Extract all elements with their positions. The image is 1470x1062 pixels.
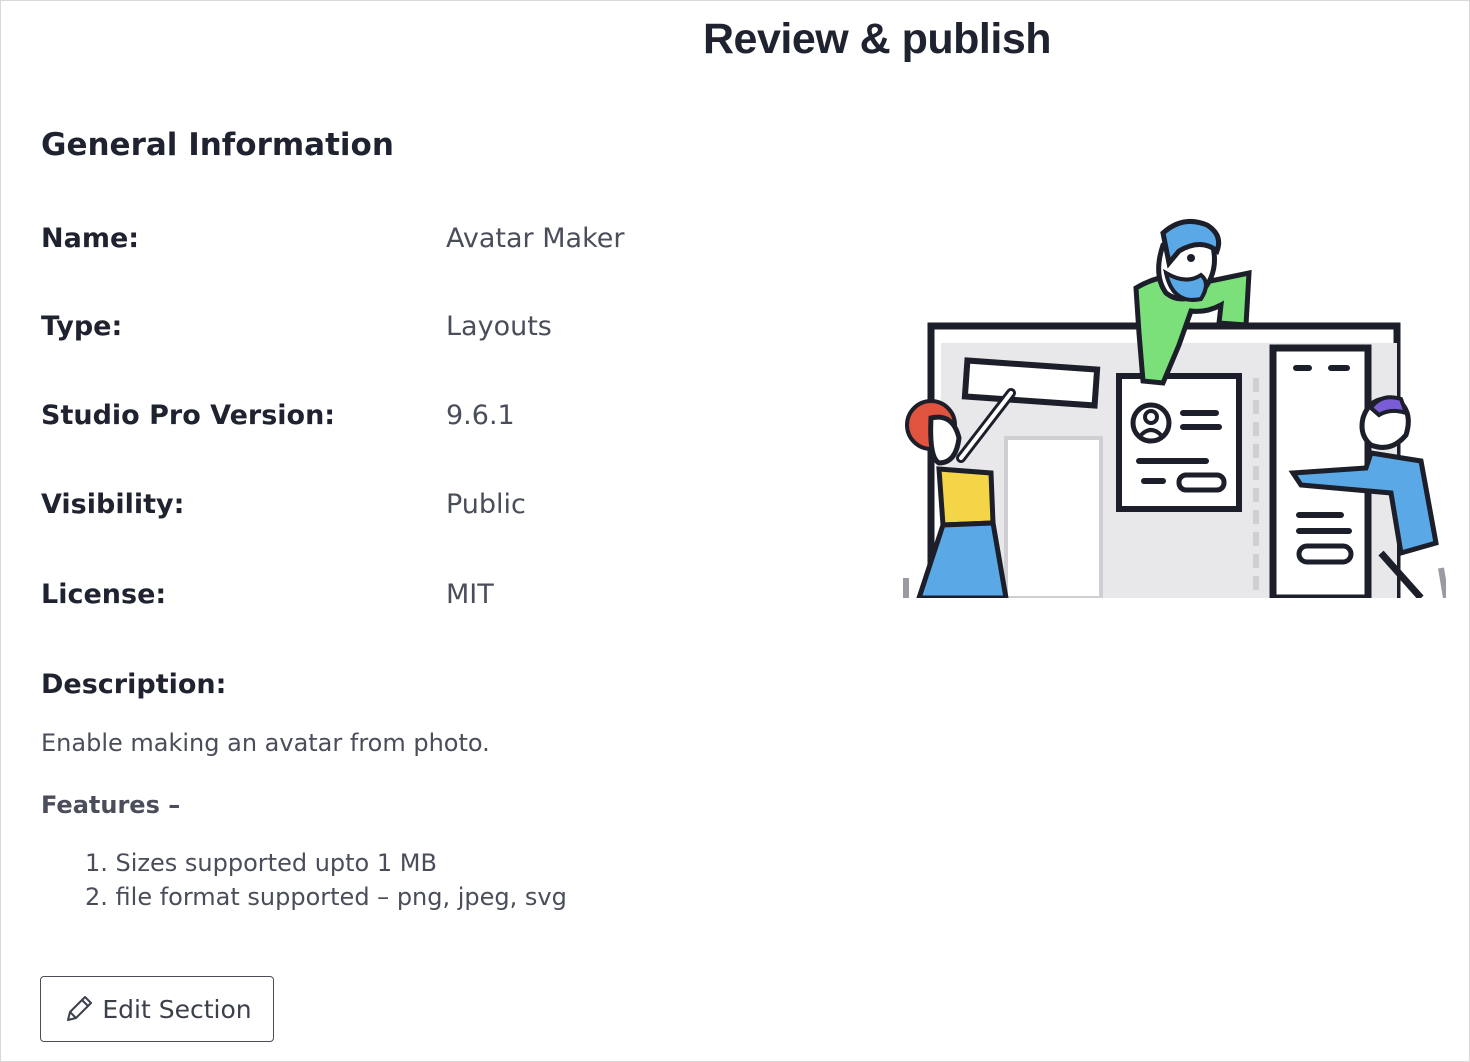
general-information-heading: General Information <box>41 127 394 163</box>
features-title: Features – <box>41 791 181 819</box>
studio-pro-version-value: 9.6.1 <box>446 400 515 431</box>
feature-item: 1. Sizes supported upto 1 MB <box>85 849 437 877</box>
pencil-icon <box>67 996 93 1021</box>
name-label: Name: <box>41 223 140 254</box>
description-label: Description: <box>41 669 227 700</box>
feature-item: 2. file format supported – png, jpeg, sv… <box>85 883 567 911</box>
edit-section-button[interactable]: Edit Section <box>40 976 274 1042</box>
type-label: Type: <box>41 311 123 342</box>
visibility-value: Public <box>446 489 526 520</box>
license-label: License: <box>41 579 167 610</box>
type-value: Layouts <box>446 311 552 342</box>
team-illustration <box>903 218 1446 598</box>
name-value: Avatar Maker <box>446 223 625 254</box>
review-publish-panel: Review & publish General Information Nam… <box>0 0 1470 1062</box>
license-value: MIT <box>446 579 494 610</box>
description-text: Enable making an avatar from photo. <box>41 729 490 757</box>
edit-section-label: Edit Section <box>102 994 252 1024</box>
visibility-label: Visibility: <box>41 489 185 520</box>
studio-pro-version-label: Studio Pro Version: <box>41 400 336 431</box>
page-title: Review & publish <box>702 15 1052 63</box>
